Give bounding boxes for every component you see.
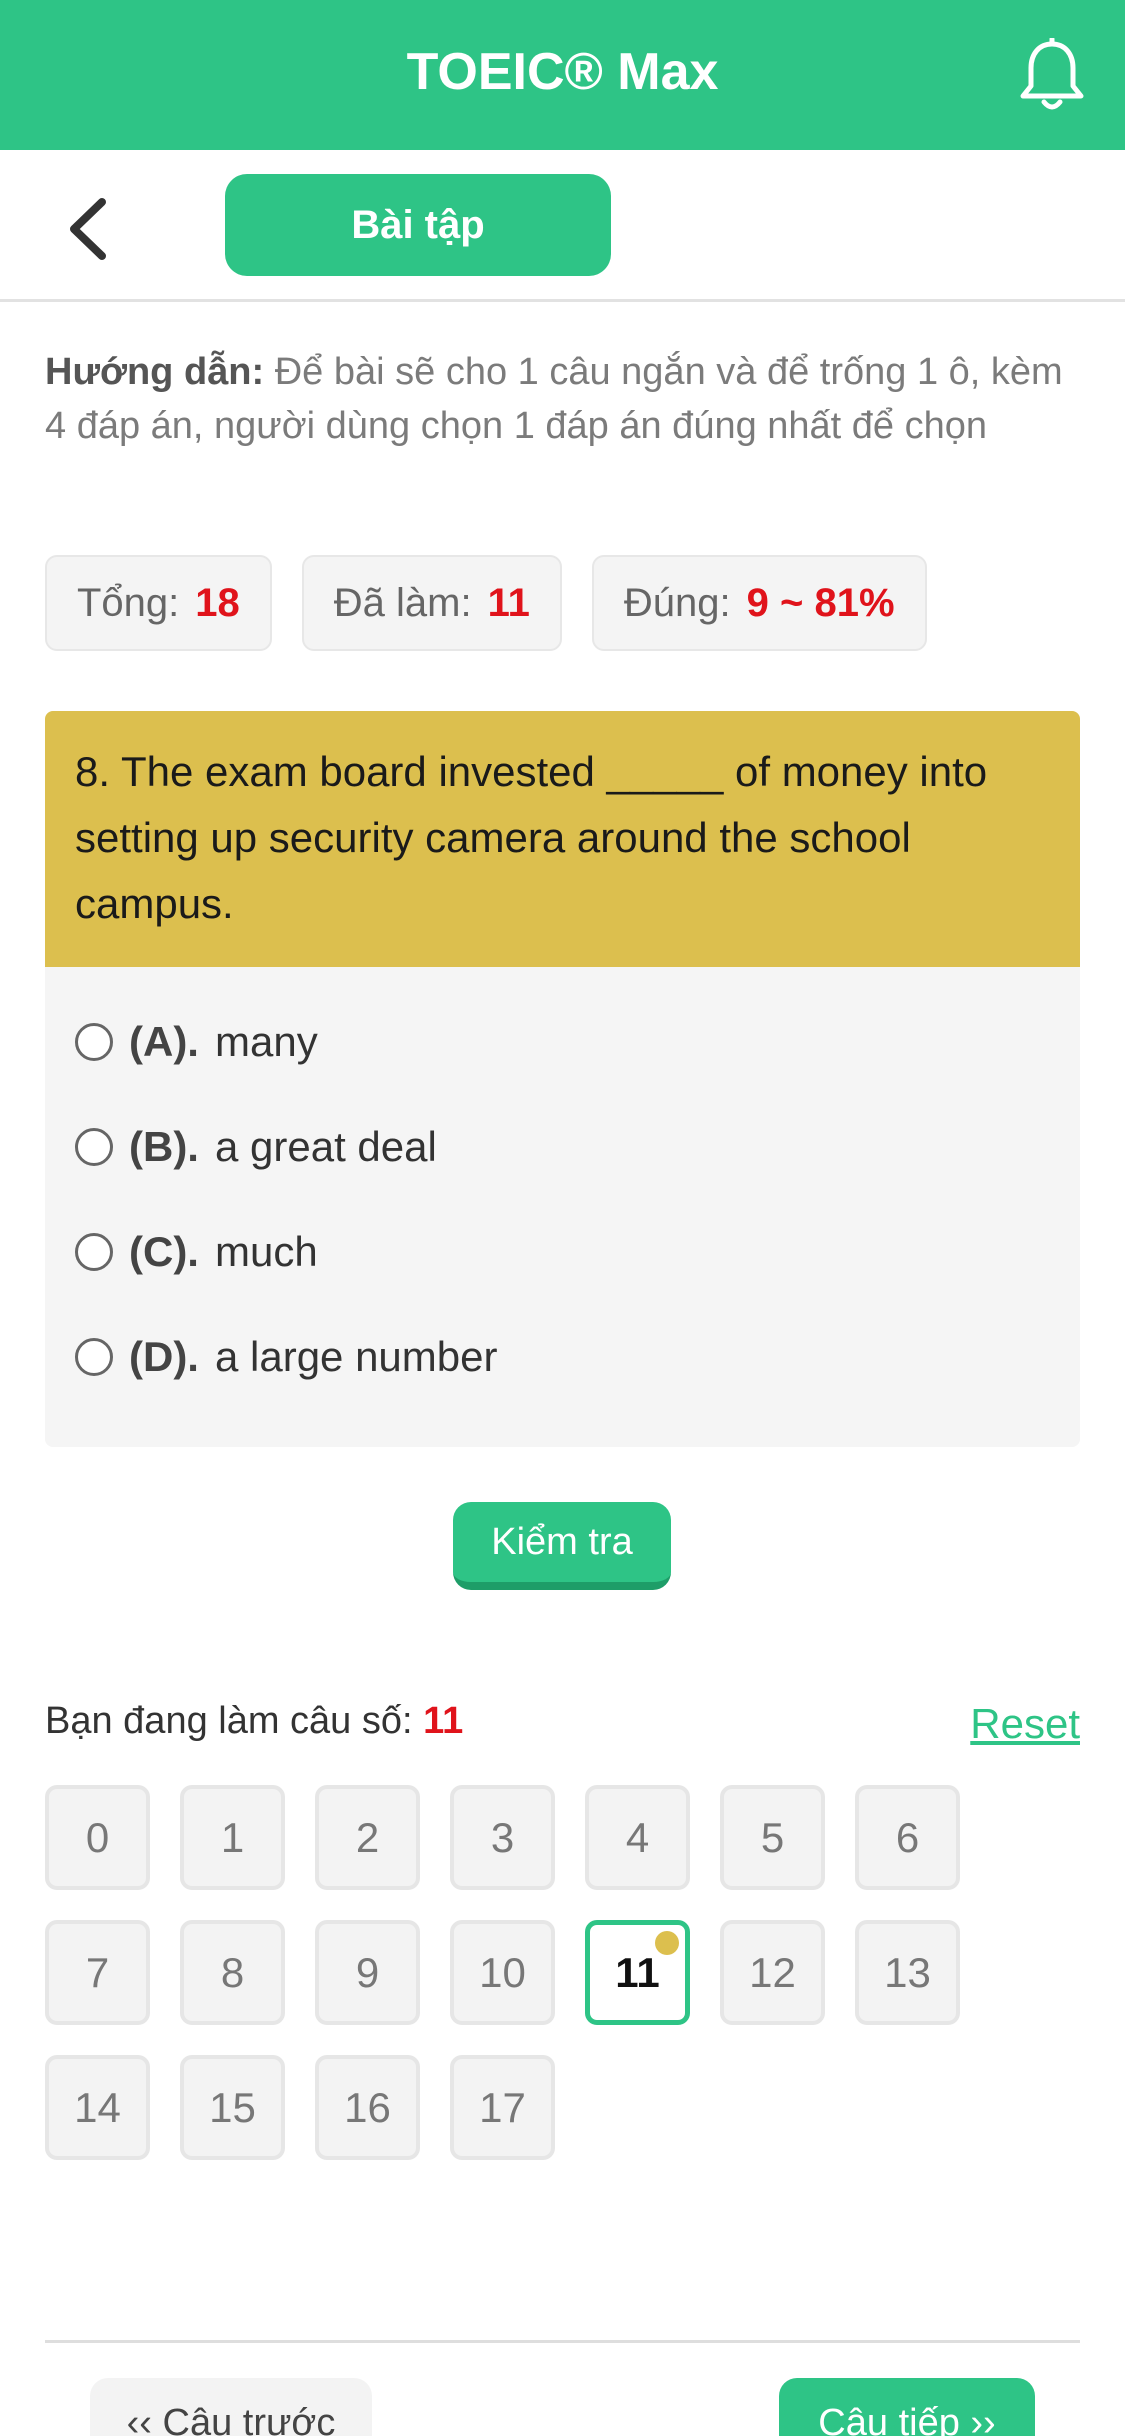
question-number-label: 13 [884,1948,931,1996]
question-number-0[interactable]: 0 [45,1785,150,1890]
radio-button[interactable] [75,1232,113,1271]
next-question-button[interactable]: Câu tiếp ›› [779,2378,1035,2436]
question-number-label: 15 [209,2083,256,2131]
question-number-label: 9 [355,1948,380,1996]
question-number-label: 7 [85,1948,110,1996]
question-number-8[interactable]: 8 [180,1920,285,2025]
app-title: TOEIC® Max [406,43,719,101]
stat-total: Tổng: 18 [45,555,272,651]
question-number-label: 2 [355,1813,380,1861]
current-indicator-dot [655,1931,679,1955]
stat-done: Đã làm: 11 [301,555,562,651]
question-number-3[interactable]: 3 [450,1785,555,1890]
progress-row: Bạn đang làm câu số: 11 Reset [45,1700,1080,1760]
option-c[interactable]: (C). much [75,1199,1050,1304]
question-card: 8. The exam board invested _____ of mone… [45,711,1080,1447]
tab-exercise[interactable]: Bài tập [225,174,611,276]
reset-link[interactable]: Reset [970,1700,1080,1748]
question-number-12[interactable]: 12 [720,1920,825,2025]
progress-label: Bạn đang làm câu số: [45,1700,413,1742]
question-number-15[interactable]: 15 [180,2055,285,2160]
question-number-11[interactable]: 11 [585,1920,690,2025]
radio-button[interactable] [75,1022,113,1061]
question-number-6[interactable]: 6 [855,1785,960,1890]
current-question-number: 11 [423,1700,464,1742]
chevron-left-icon[interactable] [60,194,120,264]
stat-done-value: 11 [487,580,530,625]
instructions-label: Hướng dẫn: [45,351,265,393]
bell-icon[interactable] [1017,38,1087,114]
instructions: Hướng dẫn: Để bài sẽ cho 1 câu ngắn và đ… [45,345,1085,453]
question-number-label: 17 [479,2083,526,2131]
question-number-10[interactable]: 10 [450,1920,555,2025]
question-number-label: 8 [220,1948,245,1996]
option-label: (D). [129,1332,199,1380]
stat-done-label: Đã làm: [333,580,472,625]
radio-button[interactable] [75,1337,113,1376]
question-number-label: 11 [615,1948,660,1996]
question-number-label: 1 [220,1813,245,1861]
question-number-label: 16 [344,2083,391,2131]
divider [45,2340,1080,2343]
question-number-9[interactable]: 9 [315,1920,420,2025]
question-number-1[interactable]: 1 [180,1785,285,1890]
option-text: a large number [214,1332,498,1380]
question-number-label: 12 [749,1948,796,1996]
question-number-16[interactable]: 16 [315,2055,420,2160]
check-button[interactable]: Kiểm tra [453,1502,671,1590]
question-number-label: 0 [85,1813,110,1861]
question-number-17[interactable]: 17 [450,2055,555,2160]
question-number-label: 5 [760,1813,785,1861]
option-label: (C). [129,1227,199,1275]
option-text: much [214,1227,318,1275]
stat-correct-label: Đúng: [623,580,731,625]
stat-correct-value: 9 ~ 81% [746,580,895,625]
question-number-5[interactable]: 5 [720,1785,825,1890]
stats-row: Tổng: 18 Đã làm: 11 Đúng: 9 ~ 81% [45,555,927,651]
option-b[interactable]: (B). a great deal [75,1094,1050,1199]
stat-correct: Đúng: 9 ~ 81% [591,555,927,651]
option-a[interactable]: (A). many [75,989,1050,1094]
question-number-label: 14 [74,2083,121,2131]
app-bar: TOEIC® Max [0,0,1125,150]
option-label: (B). [129,1122,199,1170]
question-number-13[interactable]: 13 [855,1920,960,2025]
question-number-label: 4 [625,1813,650,1861]
previous-question-button[interactable]: ‹‹ Câu trước [90,2378,372,2436]
question-grid: 0 1 2 3 4 5 6 7 8 9 10 11 12 13 14 15 16 17 [45,1785,1045,2160]
stat-total-label: Tổng: [77,580,180,625]
question-text: 8. The exam board invested _____ of mone… [45,711,1080,967]
sub-header: Bài tập [0,150,1125,302]
question-number-label: 3 [490,1813,515,1861]
option-text: a great deal [214,1122,437,1170]
radio-button[interactable] [75,1127,113,1166]
question-number-2[interactable]: 2 [315,1785,420,1890]
question-number-14[interactable]: 14 [45,2055,150,2160]
question-number-label: 6 [895,1813,920,1861]
option-d[interactable]: (D). a large number [75,1304,1050,1409]
question-number-7[interactable]: 7 [45,1920,150,2025]
option-label: (A). [129,1017,199,1065]
question-number-label: 10 [479,1948,526,1996]
stat-total-value: 18 [195,580,240,625]
question-number-4[interactable]: 4 [585,1785,690,1890]
answer-options: (A). many (B). a great deal (C). much (D… [45,967,1080,1447]
option-text: many [214,1017,318,1065]
